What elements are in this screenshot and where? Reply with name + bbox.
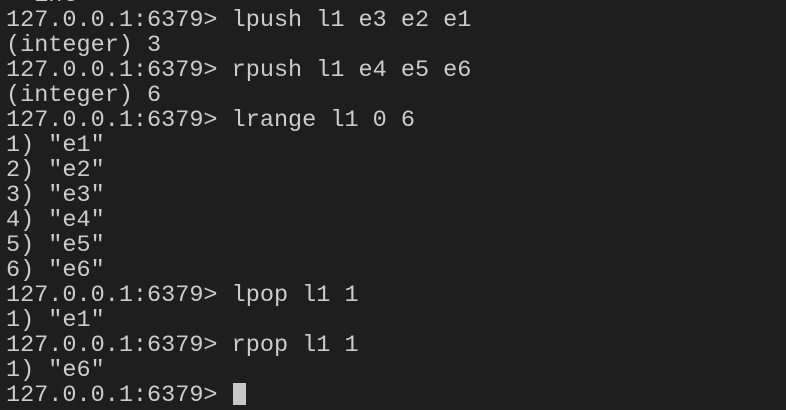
prompt: 127.0.0.1:6379> [6, 382, 232, 409]
cursor [232, 383, 246, 405]
terminal-line: 127.0.0.1:6379> lpush l1 e3 e2 e1 [6, 7, 472, 34]
prompt-line[interactable]: 127.0.0.1:6379> [6, 383, 786, 408]
terminal-line: 2) "e2" [6, 157, 105, 184]
terminal-line: 1) "e1" [6, 307, 105, 334]
terminal-line: 4) "e4" [6, 207, 105, 234]
terminal-line: 6) "e6" [6, 257, 105, 284]
terminal-line: 1) "e1" [6, 132, 105, 159]
terminal-line: 1) "e6" [6, 357, 105, 384]
terminal-line: 127.0.0.1:6379> lrange l1 0 6 [6, 107, 415, 134]
terminal-output[interactable]: int127.0.0.1:6379> lpush l1 e3 e2 e1(int… [6, 0, 786, 408]
terminal-line: 127.0.0.1:6379> lpop l1 1 [6, 282, 359, 309]
terminal-line: (integer) 6 [6, 82, 162, 109]
terminal-line: 3) "e3" [6, 182, 105, 209]
terminal-line: 127.0.0.1:6379> rpop l1 1 [6, 332, 359, 359]
terminal-line: (integer) 3 [6, 32, 162, 59]
terminal-line: 5) "e5" [6, 232, 105, 259]
terminal-line: 127.0.0.1:6379> rpush l1 e4 e5 e6 [6, 57, 472, 84]
